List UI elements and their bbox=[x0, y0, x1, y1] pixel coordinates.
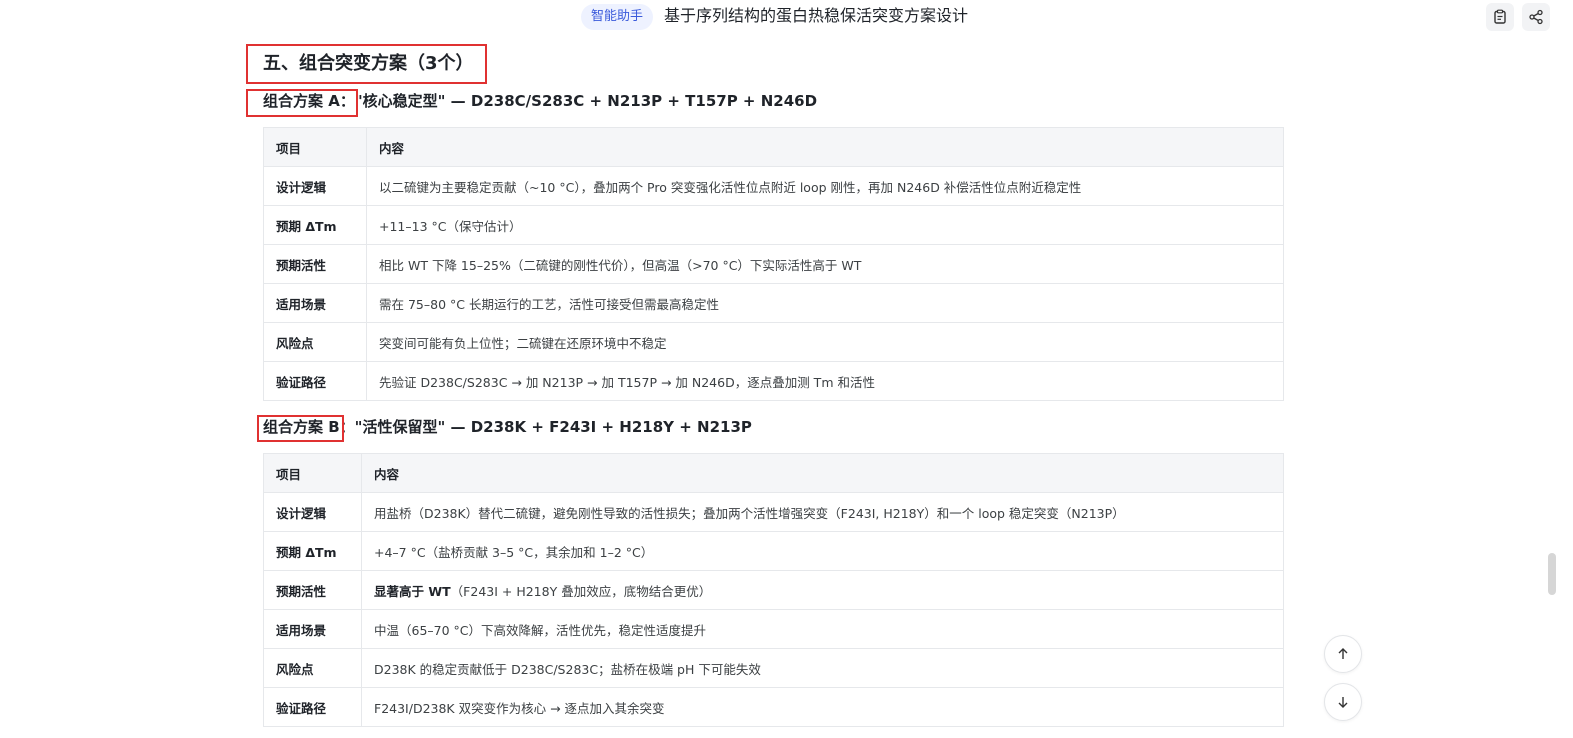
share-icon bbox=[1529, 9, 1543, 25]
row-key: 适用场景 bbox=[263, 283, 367, 323]
highlight-box-plan-a bbox=[246, 89, 358, 117]
row-value: F243I/D238K 双突变作为核心 → 逐点加入其余突变 bbox=[361, 687, 1284, 727]
copy-button[interactable] bbox=[1486, 3, 1514, 31]
table-header-row: 项目 内容 bbox=[263, 453, 1284, 493]
share-button[interactable] bbox=[1522, 3, 1550, 31]
table-row: 风险点 D238K 的稳定贡献低于 D238C/S283C；盐桥在极端 pH 下… bbox=[263, 648, 1284, 688]
row-key: 设计逻辑 bbox=[263, 492, 362, 532]
table-row: 适用场景 需在 75–80 °C 长期运行的工艺，活性可接受但需最高稳定性 bbox=[263, 283, 1284, 323]
column-header: 项目 bbox=[263, 127, 367, 167]
row-key: 验证路径 bbox=[263, 361, 367, 401]
row-key: 预期活性 bbox=[263, 570, 362, 610]
row-value: 相比 WT 下降 15–25%（二硫键的刚性代价），但高温（>70 °C）下实际… bbox=[366, 244, 1284, 284]
row-key: 适用场景 bbox=[263, 609, 362, 649]
table-row: 风险点 突变间可能有负上位性；二硫键在还原环境中不稳定 bbox=[263, 322, 1284, 362]
scrollbar-thumb[interactable] bbox=[1548, 553, 1556, 595]
table-row: 设计逻辑 以二硫键为主要稳定贡献（~10 °C），叠加两个 Pro 突变强化活性… bbox=[263, 166, 1284, 206]
table-row: 适用场景 中温（65–70 °C）下高效降解，活性优先，稳定性适度提升 bbox=[263, 609, 1284, 649]
document-title: 基于序列结构的蛋白热稳保活突变方案设计 bbox=[664, 6, 969, 25]
table-row: 验证路径 F243I/D238K 双突变作为核心 → 逐点加入其余突变 bbox=[263, 687, 1284, 727]
arrow-down-icon bbox=[1338, 697, 1348, 708]
top-bar: 智能助手 基于序列结构的蛋白热稳保活突变方案设计 bbox=[0, 0, 1573, 34]
column-header: 项目 bbox=[263, 453, 362, 493]
highlight-box-plan-b bbox=[257, 415, 344, 442]
table-row: 验证路径 先验证 D238C/S283C → 加 N213P → 加 T157P… bbox=[263, 361, 1284, 401]
table-row: 预期 ΔTm +4–7 °C（盐桥贡献 3–5 °C，其余加和 1–2 °C） bbox=[263, 531, 1284, 571]
row-value: 中温（65–70 °C）下高效降解，活性优先，稳定性适度提升 bbox=[361, 609, 1284, 649]
emphasis-text: 显著高于 WT bbox=[374, 583, 451, 599]
row-key: 风险点 bbox=[263, 322, 367, 362]
row-value: 需在 75–80 °C 长期运行的工艺，活性可接受但需最高稳定性 bbox=[366, 283, 1284, 323]
row-key: 预期 ΔTm bbox=[263, 205, 367, 245]
arrow-up-icon bbox=[1338, 648, 1348, 659]
highlight-box-section-title bbox=[246, 44, 487, 84]
row-key: 预期活性 bbox=[263, 244, 367, 284]
assistant-badge[interactable]: 智能助手 bbox=[581, 4, 654, 30]
row-value: +4–7 °C（盐桥贡献 3–5 °C，其余加和 1–2 °C） bbox=[361, 531, 1284, 571]
clipboard-icon bbox=[1494, 9, 1506, 24]
table-header-row: 项目 内容 bbox=[263, 127, 1284, 167]
plan-b-table: 项目 内容 设计逻辑 用盐桥（D238K）替代二硫键，避免刚性导致的活性损失；叠… bbox=[263, 453, 1284, 727]
scroll-down-button[interactable] bbox=[1324, 683, 1362, 721]
table-row: 预期 ΔTm +11–13 °C（保守估计） bbox=[263, 205, 1284, 245]
row-value: +11–13 °C（保守估计） bbox=[366, 205, 1284, 245]
row-value: 显著高于 WT（F243I + H218Y 叠加效应，底物结合更优） bbox=[361, 570, 1284, 610]
column-header: 内容 bbox=[361, 453, 1284, 493]
plan-a-table: 项目 内容 设计逻辑 以二硫键为主要稳定贡献（~10 °C），叠加两个 Pro … bbox=[263, 127, 1284, 401]
row-value: 用盐桥（D238K）替代二硫键，避免刚性导致的活性损失；叠加两个活性增强突变（F… bbox=[361, 492, 1284, 532]
table-row: 设计逻辑 用盐桥（D238K）替代二硫键，避免刚性导致的活性损失；叠加两个活性增… bbox=[263, 492, 1284, 532]
row-value: 突变间可能有负上位性；二硫键在还原环境中不稳定 bbox=[366, 322, 1284, 362]
scroll-up-button[interactable] bbox=[1324, 635, 1362, 673]
table-row: 预期活性 显著高于 WT（F243I + H218Y 叠加效应，底物结合更优） bbox=[263, 570, 1284, 610]
row-key: 预期 ΔTm bbox=[263, 531, 362, 571]
row-value: 以二硫键为主要稳定贡献（~10 °C），叠加两个 Pro 突变强化活性位点附近 … bbox=[366, 166, 1284, 206]
row-key: 设计逻辑 bbox=[263, 166, 367, 206]
row-value: 先验证 D238C/S283C → 加 N213P → 加 T157P → 加 … bbox=[366, 361, 1284, 401]
table-row: 预期活性 相比 WT 下降 15–25%（二硫键的刚性代价），但高温（>70 °… bbox=[263, 244, 1284, 284]
row-key: 验证路径 bbox=[263, 687, 362, 727]
row-value: D238K 的稳定贡献低于 D238C/S283C；盐桥在极端 pH 下可能失效 bbox=[361, 648, 1284, 688]
row-key: 风险点 bbox=[263, 648, 362, 688]
column-header: 内容 bbox=[366, 127, 1284, 167]
row-value-text: （F243I + H218Y 叠加效应，底物结合更优） bbox=[450, 583, 712, 599]
